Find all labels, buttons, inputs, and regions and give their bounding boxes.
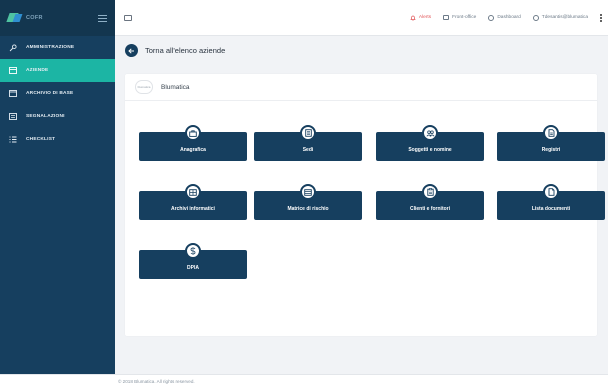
- tile-registri[interactable]: Registri: [497, 125, 605, 161]
- cofr-logo-icon: [8, 13, 22, 23]
- dashboard-link[interactable]: Dashboard: [488, 14, 521, 21]
- footer: © 2018 Blumatica. All rights reserved.: [0, 374, 608, 387]
- bell-icon: [410, 15, 416, 21]
- company-logo: blumatica: [135, 80, 153, 94]
- back-row: Torna all'elenco aziende: [125, 44, 225, 57]
- front-office-label: Front-office: [452, 15, 477, 20]
- back-to-companies-link[interactable]: Torna all'elenco aziende: [145, 46, 225, 55]
- back-button[interactable]: [125, 44, 138, 57]
- main-content: Torna all'elenco aziende blumatica Bluma…: [115, 36, 608, 374]
- files-icon: [543, 184, 559, 200]
- sidebar: COFR AMMINISTRAZIONE AZIENDE ARCHIVIO DI…: [0, 0, 115, 374]
- footer-copyright: © 2018 Blumatica. All rights reserved.: [118, 378, 195, 384]
- user-label: Tdesantis@blumatica: [541, 15, 588, 20]
- tile-label: Anagrafica: [180, 147, 206, 153]
- hamburger-icon[interactable]: [98, 14, 107, 22]
- alerts-link[interactable]: Alerts: [410, 15, 431, 21]
- arrow-left-icon: [128, 47, 134, 54]
- company-header: blumatica Blumatica: [125, 74, 597, 101]
- monitor-icon: [443, 15, 450, 20]
- tile-matrice-di-rischio[interactable]: Matrice di rischio: [254, 184, 362, 220]
- building-icon: [300, 125, 316, 141]
- tile-label: Archivi informatici: [171, 206, 215, 212]
- dollar-icon: [185, 243, 201, 259]
- sidebar-item-aziende[interactable]: AZIENDE: [0, 59, 115, 82]
- tile-label: Sedi: [302, 147, 314, 153]
- tile-archivi-informatici[interactable]: Archivi informatici: [139, 184, 247, 220]
- sidebar-item-label: CHECKLIST: [26, 137, 56, 142]
- cofr-logo[interactable]: COFR: [8, 13, 43, 23]
- list-icon: [8, 136, 18, 143]
- sidebar-item-label: SEGNALAZIONI: [26, 114, 65, 119]
- screen-toggle-icon[interactable]: [124, 14, 132, 21]
- alerts-label: Alerts: [418, 15, 432, 20]
- matrix-icon: [300, 184, 316, 200]
- brand-bar: COFR: [0, 0, 115, 36]
- briefcase-icon: [185, 125, 201, 141]
- dashboard-label: Dashboard: [497, 15, 521, 20]
- user-icon: [532, 14, 539, 21]
- clipboard-icon: [422, 184, 438, 200]
- top-bar: Alerts Front-office Dashboard Tdesantis@…: [115, 0, 608, 36]
- sidebar-item-label: AMMINISTRAZIONE: [26, 45, 75, 50]
- brand-name: COFR: [26, 15, 43, 21]
- sidebar-item-amministrazione[interactable]: AMMINISTRAZIONE: [0, 36, 115, 59]
- archive-icon: [185, 184, 201, 200]
- user-menu[interactable]: Tdesantis@blumatica: [532, 14, 588, 21]
- tile-label: Matrice di rischio: [287, 206, 329, 212]
- top-bar-actions: Alerts Front-office Dashboard Tdesantis@…: [410, 13, 608, 22]
- key-icon: [8, 43, 18, 52]
- company-name: Blumatica: [161, 83, 190, 91]
- tile-dpia[interactable]: DPIA: [139, 243, 247, 279]
- sidebar-item-checklist[interactable]: CHECKLIST: [0, 128, 115, 151]
- tile-label: Clienti e fornitori: [410, 206, 450, 212]
- sidebar-item-segnalazioni[interactable]: SEGNALAZIONI: [0, 105, 115, 128]
- front-office-link[interactable]: Front-office: [443, 15, 476, 20]
- tile-label: Soggetti e nomine: [408, 147, 452, 153]
- sidebar-item-archivio-di-base[interactable]: ARCHIVIO DI BASE: [0, 82, 115, 105]
- tile-label: Registri: [541, 147, 561, 153]
- sidebar-item-label: ARCHIVIO DI BASE: [26, 91, 74, 96]
- tile-clienti-e-fornitori[interactable]: Clienti e fornitori: [376, 184, 484, 220]
- company-card: blumatica Blumatica Anagrafica Sedi Sogg…: [125, 74, 605, 336]
- company-logo-text: blumatica: [137, 85, 151, 89]
- tile-soggetti-e-nomine[interactable]: Soggetti e nomine: [376, 125, 484, 161]
- folder-icon: [8, 90, 18, 97]
- tile-label: Lista documenti: [531, 206, 571, 212]
- tile-sedi[interactable]: Sedi: [254, 125, 362, 161]
- sidebar-item-label: AZIENDE: [26, 68, 49, 73]
- more-options-icon[interactable]: [600, 13, 602, 22]
- flag-icon: [8, 113, 18, 120]
- tile-anagrafica[interactable]: Anagrafica: [139, 125, 247, 161]
- tile-lista-documenti[interactable]: Lista documenti: [497, 184, 605, 220]
- people-icon: [422, 125, 438, 141]
- card-icon: [8, 67, 18, 74]
- dashboard-icon: [488, 14, 495, 21]
- tile-label: DPIA: [187, 265, 199, 271]
- document-icon: [543, 125, 559, 141]
